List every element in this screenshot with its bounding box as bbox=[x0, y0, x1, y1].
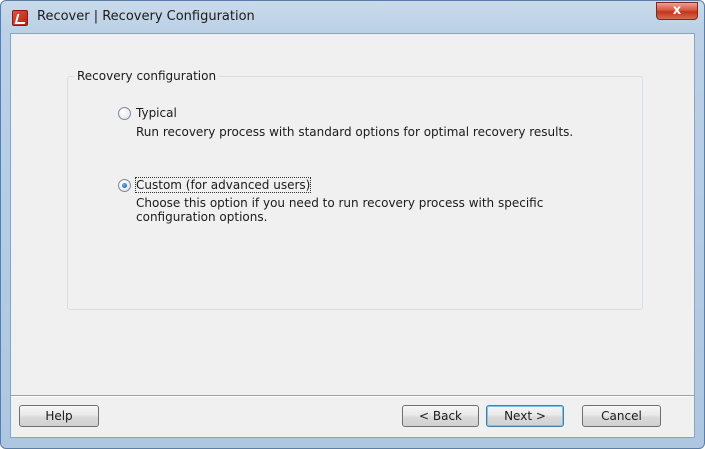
option-custom[interactable]: Custom (for advanced users) bbox=[118, 177, 312, 193]
typical-description: Run recovery process with standard optio… bbox=[136, 125, 574, 139]
typical-radio[interactable] bbox=[118, 106, 131, 120]
recover-app-icon bbox=[12, 10, 28, 26]
custom-radio[interactable] bbox=[118, 178, 131, 192]
recovery-configuration-group: Recovery configuration Typical Run recov… bbox=[67, 69, 643, 310]
cancel-button[interactable]: Cancel bbox=[582, 405, 661, 427]
dialog-body: Recovery configuration Typical Run recov… bbox=[10, 33, 695, 438]
next-button[interactable]: Next > bbox=[486, 405, 564, 427]
window-title: Recover | Recovery Configuration bbox=[37, 9, 255, 24]
custom-label[interactable]: Custom (for advanced users) bbox=[134, 177, 312, 193]
option-typical[interactable]: Typical bbox=[118, 105, 177, 121]
close-icon: x bbox=[672, 3, 682, 18]
typical-label[interactable]: Typical bbox=[136, 106, 177, 120]
help-button[interactable]: Help bbox=[19, 405, 99, 427]
footer-separator bbox=[11, 395, 694, 397]
back-button[interactable]: < Back bbox=[402, 405, 479, 427]
group-legend: Recovery configuration bbox=[74, 69, 220, 83]
title-bar[interactable]: Recover | Recovery Configuration x bbox=[1, 1, 704, 33]
dialog-window: Recover | Recovery Configuration x Recov… bbox=[0, 0, 705, 449]
custom-description: Choose this option if you need to run re… bbox=[136, 196, 544, 224]
close-button[interactable]: x bbox=[656, 2, 698, 20]
